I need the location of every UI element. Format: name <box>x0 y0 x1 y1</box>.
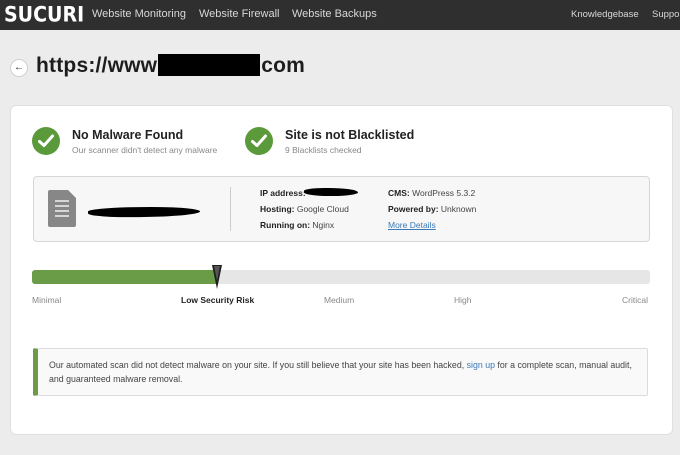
redacted-hostname <box>87 206 201 218</box>
risk-level-minimal: Minimal <box>32 295 62 305</box>
blacklist-status-title: Site is not Blacklisted <box>285 128 415 142</box>
info-divider <box>230 187 231 231</box>
scan-notice: Our automated scan did not detect malwar… <box>33 348 648 396</box>
risk-level-medium: Medium <box>324 295 355 305</box>
nav-support[interactable]: Suppor <box>652 9 680 20</box>
url-suffix: com <box>261 54 305 77</box>
running-on-info: Running on: Nginx <box>260 220 335 230</box>
cms-info: CMS: WordPress 5.3.2 <box>388 188 476 198</box>
redacted-ip <box>304 188 358 196</box>
site-info-box: IP address: Hosting: Google Cloud Runnin… <box>33 176 650 242</box>
notice-text-start: Our automated scan did not detect malwar… <box>49 360 467 370</box>
malware-status-title: No Malware Found <box>72 128 184 142</box>
hosting-info: Hosting: Google Cloud <box>260 204 349 214</box>
malware-status-subtitle: Our scanner didn't detect any malware <box>72 145 218 155</box>
arrow-left-icon: ← <box>14 62 24 73</box>
risk-level-critical: Critical <box>622 295 648 305</box>
sucuri-logo[interactable]: SUCURI <box>4 3 84 27</box>
risk-marker-icon <box>212 265 222 289</box>
top-nav: SUCURI Website Monitoring Website Firewa… <box>0 0 680 30</box>
check-circle-icon <box>245 127 273 155</box>
ip-address-label: IP address: <box>260 188 306 198</box>
nav-website-backups[interactable]: Website Backups <box>292 8 377 20</box>
risk-level-high: High <box>454 295 472 305</box>
risk-meter-fill <box>32 270 217 284</box>
nav-website-firewall[interactable]: Website Firewall <box>199 8 280 20</box>
redacted-domain <box>158 54 261 76</box>
scan-result-card: No Malware Found Our scanner didn't dete… <box>10 105 673 435</box>
more-details-link[interactable]: More Details <box>388 220 436 230</box>
document-icon <box>48 190 76 227</box>
blacklist-status-subtitle: 9 Blacklists checked <box>285 145 362 155</box>
risk-level-low: Low Security Risk <box>181 295 255 305</box>
risk-meter <box>32 270 650 284</box>
sign-up-link[interactable]: sign up <box>467 360 495 370</box>
nav-knowledgebase[interactable]: Knowledgebase <box>571 9 639 20</box>
nav-website-monitoring[interactable]: Website Monitoring <box>92 8 186 20</box>
check-circle-icon <box>32 127 60 155</box>
page-title: https://www com <box>36 54 305 78</box>
powered-by-info: Powered by: Unknown <box>388 204 477 214</box>
url-prefix: https://www <box>36 54 158 77</box>
back-button[interactable]: ← <box>10 59 28 77</box>
